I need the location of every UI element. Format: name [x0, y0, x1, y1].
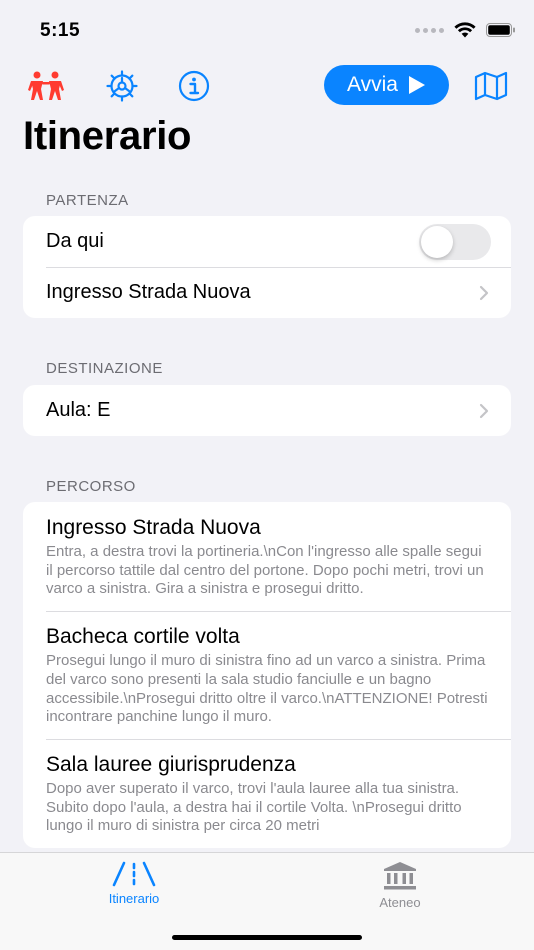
- info-button[interactable]: [174, 66, 214, 106]
- route-step-description: Prosegui lungo il muro di sinistra fino …: [46, 652, 488, 726]
- settings-button[interactable]: [102, 66, 142, 106]
- battery-icon: [486, 23, 515, 37]
- from-here-label: Da qui: [46, 230, 104, 252]
- destination-row[interactable]: Aula: E: [23, 385, 511, 436]
- start-navigation-button[interactable]: Avvia: [324, 65, 449, 105]
- route-step[interactable]: Sala lauree giurisprudenza Dopo aver sup…: [23, 738, 511, 848]
- route-step-title: Ingresso Strada Nuova: [46, 516, 261, 539]
- route-step-description: Entra, a destra trovi la portineria.\nCo…: [46, 543, 484, 598]
- route-step-title: Bacheca cortile volta: [46, 625, 240, 649]
- map-icon: [474, 71, 508, 101]
- from-here-toggle[interactable]: [419, 223, 491, 260]
- status-time: 5:15: [40, 20, 81, 41]
- departure-section-header: Partenza: [46, 192, 129, 209]
- departure-card: Da qui Ingresso Strada Nuova: [23, 216, 511, 318]
- route-step[interactable]: Bacheca cortile volta Prosegui lungo il …: [23, 611, 511, 739]
- departure-location-row[interactable]: Ingresso Strada Nuova: [23, 267, 511, 318]
- route-section-header: Percorso: [46, 478, 136, 495]
- home-indicator[interactable]: [172, 935, 362, 940]
- page-title: Itinerario: [23, 114, 192, 158]
- university-building-icon: [384, 862, 416, 890]
- destination-section-header: Destinazione: [46, 360, 163, 377]
- route-card: Ingresso Strada Nuova Entra, a destra tr…: [23, 502, 511, 849]
- route-step[interactable]: Ingresso Strada Nuova Entra, a destra tr…: [23, 502, 511, 611]
- chevron-right-icon: [479, 403, 489, 418]
- tab-itinerario-label: Itinerario: [108, 891, 160, 906]
- toggle-knob: [421, 225, 453, 258]
- map-button[interactable]: [471, 66, 511, 106]
- from-here-row: Da qui: [23, 216, 511, 267]
- people-icon: [28, 71, 64, 100]
- chevron-right-icon: [479, 285, 489, 300]
- route-step-description: Dopo aver superato il varco, trovi l'aul…: [46, 779, 462, 835]
- tab-ateneo-label: Ateneo: [379, 895, 421, 910]
- road-icon: [112, 861, 156, 887]
- status-indicators: [415, 22, 516, 38]
- destination-label: Aula: E: [46, 399, 111, 421]
- toolbar: Avvia: [0, 62, 534, 108]
- itinerary-scroll-view[interactable]: Partenza Da qui Ingresso Strada Nuova De…: [0, 170, 534, 852]
- tab-itinerario[interactable]: Itinerario: [74, 861, 194, 906]
- play-icon: [408, 76, 425, 94]
- cellular-dots-icon: [415, 27, 444, 33]
- wifi-icon: [454, 22, 476, 38]
- accessibility-people-button[interactable]: [26, 66, 66, 106]
- info-icon: [178, 70, 210, 102]
- route-step-title: Sala lauree giurisprudenza: [46, 752, 296, 776]
- tab-ateneo[interactable]: Ateneo: [340, 861, 460, 910]
- destination-card: Aula: E: [23, 385, 511, 436]
- gear-icon: [106, 70, 138, 102]
- departure-location-label: Ingresso Strada Nuova: [46, 281, 251, 303]
- status-bar: 5:15: [0, 0, 534, 60]
- start-navigation-label: Avvia: [347, 73, 398, 96]
